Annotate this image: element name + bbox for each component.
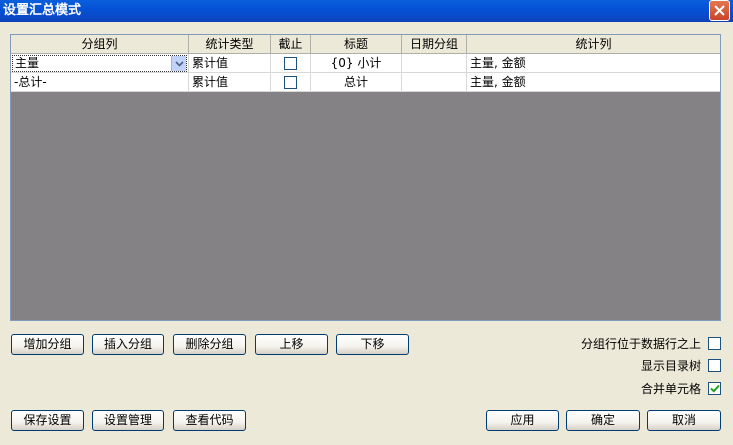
table-row[interactable]: -总计- 累计值 总计 主量, 金额 (11, 73, 720, 92)
col-header-date-group[interactable]: 日期分组 (402, 35, 467, 54)
save-settings-button[interactable]: 保存设置 (11, 410, 84, 431)
summary-grid[interactable]: 分组列 统计类型 截止 标题 日期分组 统计列 主量 累计值 {0} 小计 主量… (10, 34, 721, 321)
add-group-button[interactable]: 增加分组 (11, 334, 84, 355)
apply-button[interactable]: 应用 (486, 410, 559, 431)
stat-type-cell[interactable]: 累计值 (189, 54, 271, 73)
stat-columns-cell[interactable]: 主量, 金额 (467, 54, 720, 73)
cutoff-cell[interactable] (271, 54, 311, 73)
view-code-button[interactable]: 查看代码 (173, 410, 246, 431)
title-cell[interactable]: {0} 小计 (311, 54, 402, 73)
option-label-show-tree: 显示目录树 (640, 359, 701, 373)
title-cell[interactable]: 总计 (311, 73, 402, 92)
settings-manage-button[interactable]: 设置管理 (92, 410, 164, 431)
show-tree-checkbox[interactable] (708, 359, 721, 372)
col-header-cutoff[interactable]: 截止 (271, 35, 311, 54)
cutoff-checkbox[interactable] (284, 76, 297, 89)
col-header-group[interactable]: 分组列 (11, 35, 189, 54)
option-label-group-above: 分组行位于数据行之上 (580, 337, 701, 351)
chevron-down-icon (174, 60, 184, 67)
grid-header: 分组列 统计类型 截止 标题 日期分组 统计列 (11, 35, 720, 54)
window-title: 设置汇总模式 (3, 3, 82, 18)
date-group-cell[interactable] (402, 54, 467, 73)
dropdown-button[interactable] (171, 56, 186, 71)
group-cell[interactable]: -总计- (11, 73, 189, 92)
option-label-merge-cells: 合并单元格 (640, 382, 701, 396)
col-header-title[interactable]: 标题 (311, 35, 402, 54)
move-up-button[interactable]: 上移 (255, 334, 328, 355)
insert-group-button[interactable]: 插入分组 (92, 334, 164, 355)
move-down-button[interactable]: 下移 (336, 334, 409, 355)
checkmark-icon (709, 384, 720, 393)
cancel-button[interactable]: 取消 (647, 410, 721, 431)
close-button[interactable] (709, 0, 730, 21)
ok-button[interactable]: 确定 (566, 410, 640, 431)
delete-group-button[interactable]: 删除分组 (173, 334, 246, 355)
group-select-value: 主量 (15, 56, 40, 70)
merge-cells-checkbox[interactable] (708, 382, 721, 395)
close-icon (714, 5, 725, 16)
date-group-cell[interactable] (402, 73, 467, 92)
group-select[interactable]: 主量 (12, 55, 187, 72)
group-cell[interactable]: 主量 (11, 54, 189, 73)
stat-columns-cell[interactable]: 主量, 金额 (467, 73, 720, 92)
cutoff-cell[interactable] (271, 73, 311, 92)
group-above-checkbox[interactable] (708, 337, 721, 350)
cutoff-checkbox[interactable] (284, 57, 297, 70)
table-row[interactable]: 主量 累计值 {0} 小计 主量, 金额 (11, 54, 720, 73)
stat-type-cell[interactable]: 累计值 (189, 73, 271, 92)
title-bar: 设置汇总模式 (0, 0, 733, 22)
col-header-stat-type[interactable]: 统计类型 (189, 35, 271, 54)
col-header-stat-columns[interactable]: 统计列 (467, 35, 720, 54)
